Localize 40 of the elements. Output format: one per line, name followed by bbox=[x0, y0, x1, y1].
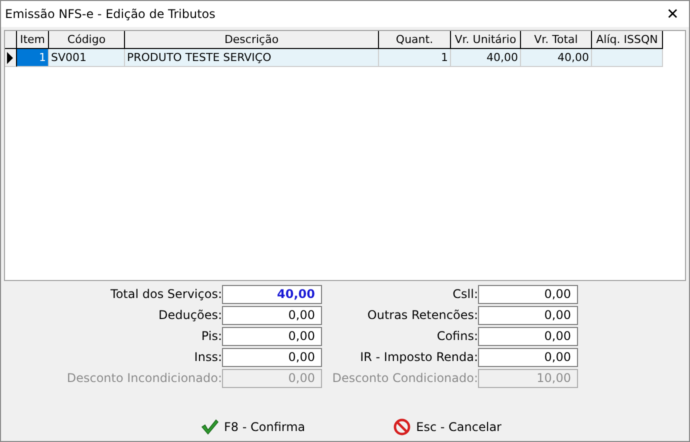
field-label: Cofins: bbox=[436, 328, 478, 345]
column-header[interactable]: Vr. Total bbox=[521, 31, 592, 49]
column-header[interactable]: Quant. bbox=[379, 31, 451, 49]
table-cell: 40,00 bbox=[451, 49, 521, 67]
input-field[interactable]: 0,00 bbox=[478, 327, 578, 346]
input-field[interactable]: 0,00 bbox=[222, 348, 322, 367]
input-field: 0,00 bbox=[222, 369, 322, 388]
cancel-button[interactable]: Esc - Cancelar bbox=[391, 416, 504, 438]
field-label: IR - Imposto Renda: bbox=[359, 349, 478, 366]
column-header[interactable]: Alíq. ISSQN bbox=[592, 31, 663, 49]
table-cell: SV001 bbox=[49, 49, 125, 67]
field-label: Deduções: bbox=[158, 307, 222, 324]
table-cell: 1 bbox=[17, 49, 49, 67]
window-title: Emissão NFS-e - Edição de Tributos bbox=[5, 7, 216, 21]
input-field[interactable]: 40,00 bbox=[222, 285, 322, 304]
field-label: Total dos Serviços: bbox=[110, 286, 222, 303]
field-label: Outras Retencões: bbox=[366, 307, 478, 324]
table-cell: 40,00 bbox=[521, 49, 592, 67]
column-header[interactable]: Descrição bbox=[125, 31, 379, 49]
table-cell: 1 bbox=[379, 49, 451, 67]
field-label: Desconto Incondicionado: bbox=[66, 370, 222, 387]
input-field[interactable]: 0,00 bbox=[222, 327, 322, 346]
field-label: Inss: bbox=[193, 349, 222, 366]
input-field[interactable]: 0,00 bbox=[222, 306, 322, 325]
input-field[interactable]: 0,00 bbox=[478, 306, 578, 325]
input-field[interactable]: 0,00 bbox=[478, 285, 578, 304]
column-header[interactable]: Item bbox=[17, 31, 49, 49]
checkmark-icon bbox=[201, 418, 219, 436]
table-cell: PRODUTO TESTE SERVIÇO bbox=[125, 49, 379, 67]
field-label: Pis: bbox=[200, 328, 222, 345]
close-button[interactable]: ✕ bbox=[656, 1, 689, 27]
input-field: 10,00 bbox=[478, 369, 578, 388]
table-cell bbox=[592, 49, 663, 67]
input-field[interactable]: 0,00 bbox=[478, 348, 578, 367]
field-label: Csll: bbox=[452, 286, 478, 303]
confirm-button[interactable]: F8 - Confirma bbox=[199, 416, 308, 438]
field-label: Desconto Condicionado: bbox=[331, 370, 478, 387]
prohibited-icon bbox=[393, 418, 412, 436]
column-header[interactable]: Código bbox=[49, 31, 125, 49]
column-header[interactable]: Vr. Unitário bbox=[451, 31, 521, 49]
